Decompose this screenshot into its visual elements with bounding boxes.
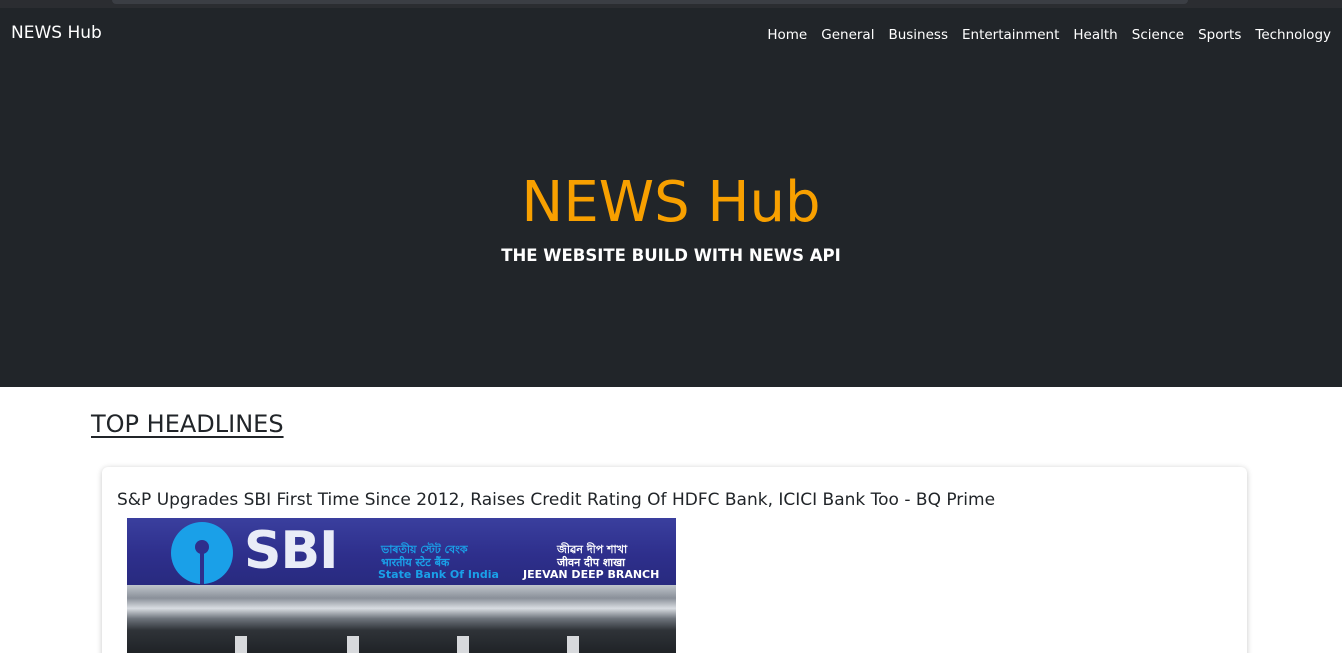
sbi-logo-slot [200,552,204,584]
facade-pillar [235,636,247,653]
nav-link-general[interactable]: General [821,27,874,43]
branch-line-local: জীৱন দীপ শাখা [557,543,628,556]
nav-item-business: Business [888,24,948,44]
section-title: TOP HEADLINES [91,410,284,438]
nav-item-general: General [821,24,874,44]
news-card-title[interactable]: S&P Upgrades SBI First Time Since 2012, … [117,489,1217,511]
nav-link-home[interactable]: Home [767,27,807,43]
nav-link-business[interactable]: Business [888,27,948,43]
facade-pillar [457,636,469,653]
header-section: NEWS Hub Home General Business Entertain… [0,8,1342,387]
browser-scroll-indicator [112,0,1188,4]
nav-link-health[interactable]: Health [1073,27,1117,43]
nav-link-sports[interactable]: Sports [1198,27,1241,43]
facade-pillar [567,636,579,653]
hero: NEWS Hub THE WEBSITE BUILD WITH NEWS API [0,168,1342,267]
nav-item-sports: Sports [1198,24,1241,44]
sbi-logo-text: SBI [244,521,338,581]
news-card[interactable]: S&P Upgrades SBI First Time Since 2012, … [102,467,1247,653]
nav-item-home: Home [767,24,807,44]
bank-facade [127,585,676,653]
navbar-brand[interactable]: NEWS Hub [11,22,102,44]
nav-link-technology[interactable]: Technology [1255,27,1331,43]
nav-item-technology: Technology [1255,24,1331,44]
hero-subtitle: THE WEBSITE BUILD WITH NEWS API [501,246,841,265]
sbi-signboard: SBI ভাৰতীয় স্টেট বেংক भारतीय स्टेट बैंक… [127,518,676,585]
nav-item-science: Science [1132,24,1184,44]
nav-link-science[interactable]: Science [1132,27,1184,43]
nav-link-entertainment[interactable]: Entertainment [962,27,1059,43]
sbi-logo-icon [171,522,233,584]
facade-pillar [347,636,359,653]
sign-line-local: ভাৰতীয় স্টেট বেংক [381,543,468,556]
navbar: NEWS Hub Home General Business Entertain… [0,8,1342,58]
hero-title: NEWS Hub [521,170,821,235]
branch-line-english: JEEVAN DEEP BRANCH [523,568,660,581]
nav-item-health: Health [1073,24,1117,44]
news-card-image[interactable]: SBI ভাৰতীয় স্টেট বেংক भारतीय स्टेट बैंक… [127,518,676,653]
nav-links: Home General Business Entertainment Heal… [767,24,1331,44]
nav-item-entertainment: Entertainment [962,24,1059,44]
browser-chrome-strip [0,0,1342,8]
page: NEWS Hub Home General Business Entertain… [0,0,1342,653]
sign-line-english: State Bank Of India [378,568,499,581]
